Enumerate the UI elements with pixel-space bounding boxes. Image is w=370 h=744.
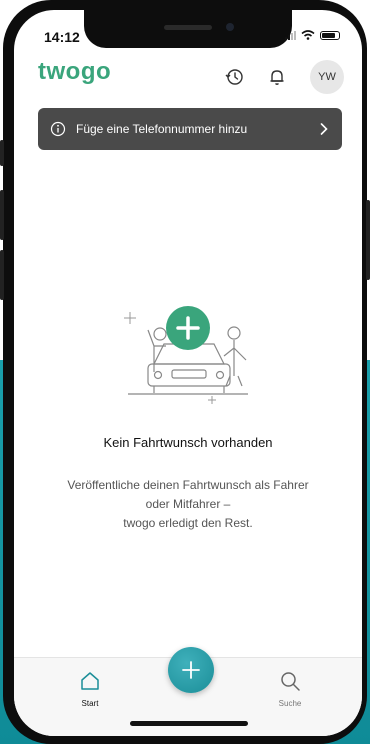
description-line-2: oder Mitfahrer –	[145, 497, 231, 511]
tab-search[interactable]: Suche	[260, 670, 320, 708]
twogo-logo: twogo	[38, 58, 112, 85]
avatar[interactable]: YW	[310, 60, 344, 94]
app-screen: 14:12 twogo YW Füge eine Telefonnummer h…	[14, 10, 362, 736]
camera	[226, 23, 234, 31]
tab-search-label: Suche	[278, 699, 302, 708]
add-phone-banner[interactable]: Füge eine Telefonnummer hinzu	[38, 108, 342, 150]
battery-icon	[320, 30, 340, 40]
empty-state-title: Kein Fahrtwunsch vorhanden	[103, 435, 273, 450]
info-icon	[50, 121, 66, 137]
home-icon	[81, 672, 99, 690]
empty-state-illustration	[124, 306, 248, 404]
phone-frame: 14:12 twogo YW Füge eine Telefonnummer h…	[0, 0, 370, 744]
tab-start[interactable]: Start	[60, 670, 120, 708]
description-line-3: twogo erledigt den Rest.	[123, 516, 253, 530]
status-icons	[285, 30, 340, 40]
volume-down-button	[0, 250, 4, 300]
search-icon	[281, 672, 300, 691]
empty-state-description: Veröffentliche deinen Fahrtwunsch als Fa…	[54, 476, 322, 533]
volume-up-button	[0, 190, 4, 240]
description-line-1: Veröffentliche deinen Fahrtwunsch als Fa…	[67, 478, 309, 492]
signal-icon	[285, 30, 296, 40]
bell-icon[interactable]	[266, 66, 288, 88]
home-indicator	[130, 721, 248, 726]
chevron-right-icon	[320, 123, 328, 135]
banner-text: Füge eine Telefonnummer hinzu	[76, 122, 248, 136]
wifi-icon	[301, 30, 315, 40]
history-icon[interactable]	[223, 66, 245, 88]
status-time: 14:12	[44, 29, 80, 45]
add-ride-request-button[interactable]	[168, 647, 214, 693]
tab-start-label: Start	[81, 699, 99, 708]
mute-switch	[0, 140, 4, 166]
plus-icon	[182, 661, 200, 679]
notch	[84, 10, 292, 48]
speaker	[164, 25, 212, 30]
power-button	[366, 200, 370, 280]
